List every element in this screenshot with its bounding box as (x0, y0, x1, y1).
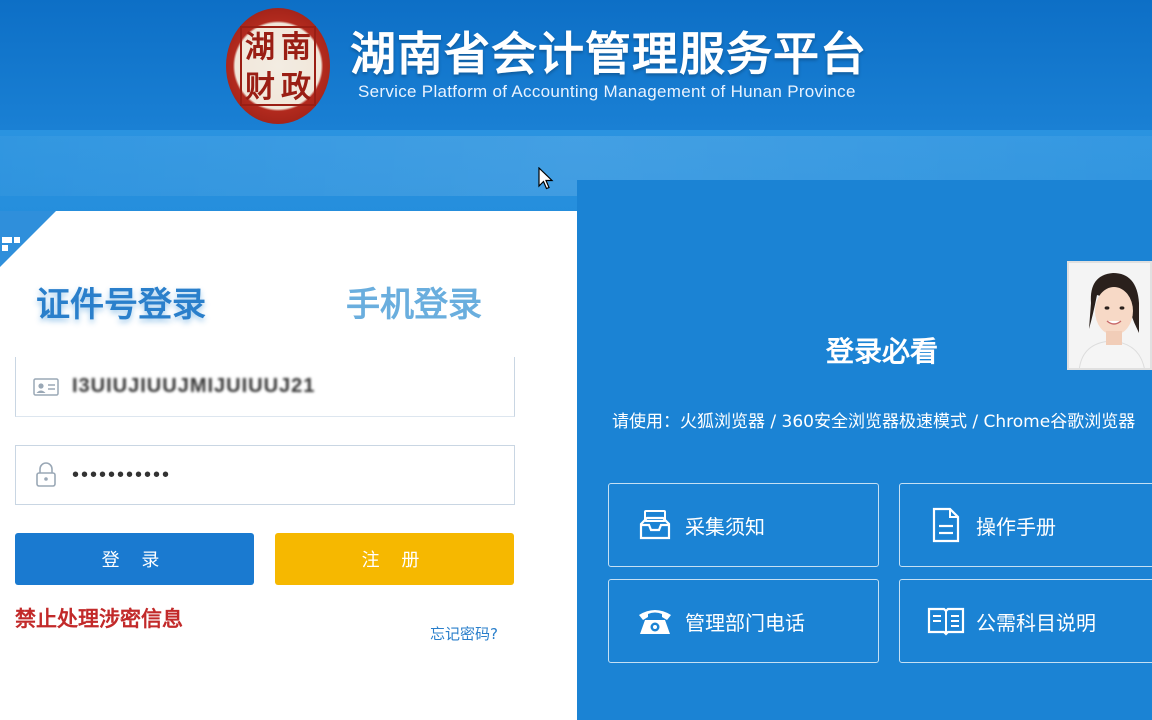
tile-label: 管理部门电话 (685, 610, 805, 635)
tab-id-login[interactable]: 证件号登录 (36, 277, 206, 326)
user-photo-avatar (1067, 261, 1152, 370)
login-button[interactable]: 登 录 (15, 533, 254, 585)
register-button[interactable]: 注 册 (275, 533, 514, 585)
id-number-input[interactable] (72, 366, 492, 407)
login-card: 证件号登录 手机登录 登 录 注 册 禁止处理涉密信息 忘记密码? (0, 211, 577, 720)
security-warning: 禁止处理涉密信息 (15, 607, 183, 631)
id-number-field[interactable] (15, 357, 515, 417)
tile-operation-manual[interactable]: 操作手册 (899, 483, 1152, 567)
tile-label: 采集须知 (685, 514, 765, 539)
corner-decoration (0, 211, 56, 267)
site-subtitle: Service Platform of Accounting Managemen… (358, 82, 856, 101)
tab-phone-login[interactable]: 手机登录 (346, 277, 482, 326)
password-field[interactable] (15, 445, 515, 505)
inbox-tray-icon (635, 505, 675, 545)
tile-label: 操作手册 (976, 514, 1056, 539)
document-icon (926, 505, 966, 545)
seal-char: 财 (245, 70, 275, 105)
telephone-icon (635, 601, 675, 641)
tile-department-phone[interactable]: 管理部门电话 (608, 579, 879, 663)
browser-tip: 请使用：火狐浏览器 / 360安全浏览器极速模式 / Chrome谷歌浏览器 (612, 412, 1136, 432)
mouse-cursor-icon (538, 167, 554, 190)
tile-public-subjects[interactable]: 公需科目说明 (899, 579, 1152, 663)
tile-collection-notice[interactable]: 采集须知 (608, 483, 879, 567)
lock-icon (30, 462, 62, 487)
password-input[interactable] (72, 455, 492, 495)
notice-title: 登录必看 (826, 335, 939, 368)
seal-char: 政 (281, 70, 311, 105)
open-book-icon (926, 601, 966, 641)
seal-char: 南 (281, 30, 311, 65)
finance-seal-logo: 湖 南 财 政 (226, 8, 330, 124)
tile-label: 公需科目说明 (976, 610, 1096, 635)
forgot-password-link[interactable]: 忘记密码? (430, 623, 498, 644)
site-title: 湖南省会计管理服务平台 (350, 27, 867, 81)
seal-char: 湖 (245, 30, 275, 65)
id-card-icon (30, 375, 62, 399)
